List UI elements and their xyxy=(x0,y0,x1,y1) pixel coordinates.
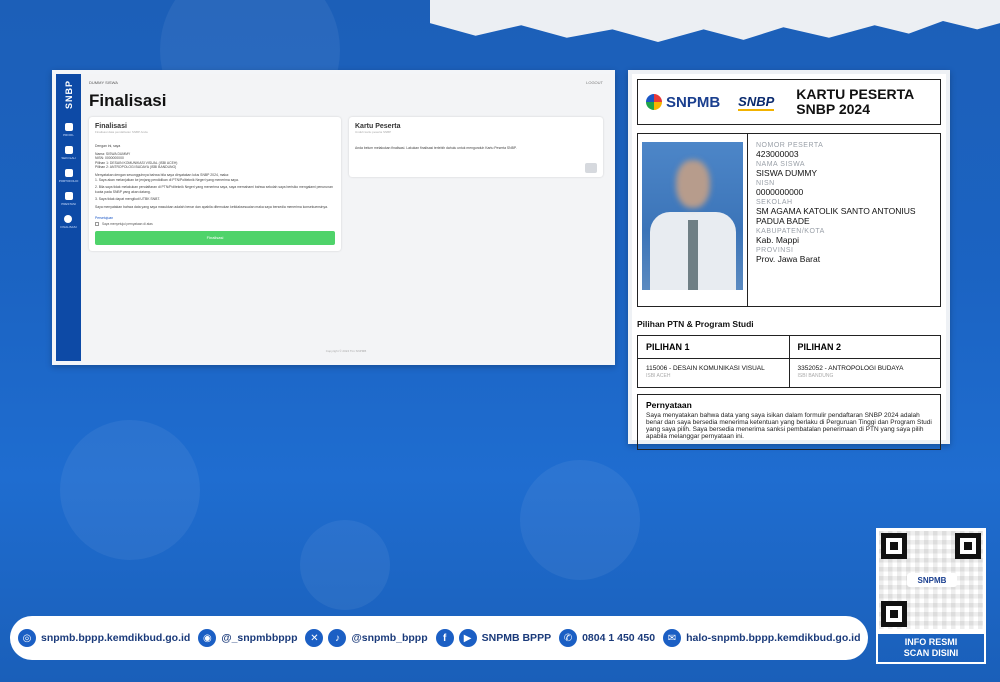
field-kabupaten: KABUPATEN/KOTA Kab. Mappi xyxy=(756,228,825,245)
qr-snpmb-logo: SNPMB xyxy=(907,573,957,587)
kartu-card-subtitle: Unduh kartu peserta SNBP xyxy=(355,130,392,134)
facebook-youtube-link[interactable]: f ▶ SNPMB BPPP xyxy=(435,629,551,647)
field-nomor-peserta: NOMOR PESERTA 423000003 xyxy=(756,142,824,159)
field-sekolah: SEKOLAH SM AGAMA KATOLIK SANTO ANTONIUS P… xyxy=(756,199,916,226)
logout-button[interactable]: LOGOUT xyxy=(586,80,603,85)
field-nama-siswa: NAMA SISWA SISWA DUMMY xyxy=(756,161,818,178)
finalisasi-card-title: Finalisasi xyxy=(95,123,127,130)
portal-screenshot: SNBP PROFIL SEKOLAH PORTOFOLIO PRESTASI … xyxy=(52,70,615,365)
sidebar-item-profil[interactable]: PROFIL xyxy=(63,123,74,137)
snbp-logo: SNBP xyxy=(738,93,775,111)
pernyataan-box: Pernyataan Saya menyatakan bahwa data ya… xyxy=(637,394,941,450)
phone-icon: ✆ xyxy=(559,629,578,647)
sidebar-item-sekolah[interactable]: SEKOLAH xyxy=(61,146,76,160)
sidebar: SNBP PROFIL SEKOLAH PORTOFOLIO PRESTASI … xyxy=(56,74,81,361)
agreement-checkbox[interactable]: Saya menyetujui pernyataan di atas xyxy=(95,221,335,226)
qr-caption: INFO RESMI SCAN DISINI xyxy=(876,632,986,664)
kartu-header: SNPMB SNBP KARTU PESERTA SNBP 2024 xyxy=(637,79,941,125)
snpmb-logo: SNPMB xyxy=(646,94,720,111)
tiktok-icon: ♪ xyxy=(328,629,347,647)
sidebar-item-prestasi[interactable]: PRESTASI xyxy=(61,192,76,206)
field-nisn: NISN 0000000000 xyxy=(756,180,804,197)
statement-line: Saya menyatakan bahwa data yang saya mas… xyxy=(95,204,328,209)
mail-icon: ✉ xyxy=(663,629,682,647)
email-link[interactable]: ✉ halo-snpmb.bppp.kemdikbud.go.id xyxy=(663,629,861,647)
kartu-identity: NOMOR PESERTA 423000003 NAMA SISWA SISWA D… xyxy=(637,133,941,307)
instagram-link[interactable]: ◉ @_snpmbbppp xyxy=(198,629,297,647)
pernyataan-title: Pernyataan xyxy=(646,400,692,410)
page-title: Finalisasi xyxy=(89,91,167,110)
panels: Finalisasi Finalisasi data pendaftaran S… xyxy=(89,117,603,251)
student-info: NOMOR PESERTA 423000003 NAMA SISWA SISWA D… xyxy=(748,134,940,306)
instagram-icon: ◉ xyxy=(198,629,217,647)
school-icon xyxy=(64,146,73,155)
topbar: DUMMY SISWA LOGOUT xyxy=(89,80,603,85)
facebook-icon: f xyxy=(435,629,454,647)
qr-code-block[interactable]: SNPMB INFO RESMI SCAN DISINI xyxy=(876,528,986,664)
checkbox-box[interactable] xyxy=(95,221,99,226)
check-circle-icon xyxy=(64,215,73,224)
persetujuan-label: Persetujuan xyxy=(95,215,114,220)
x-icon: ✕ xyxy=(305,629,324,647)
snbp-logo: SNBP xyxy=(63,80,74,110)
sidebar-item-finalisasi[interactable]: FINALISASI xyxy=(60,215,77,229)
finalisasi-card: Finalisasi Finalisasi data pendaftaran S… xyxy=(89,117,341,251)
finalisasi-button[interactable]: Finalisasi xyxy=(95,230,335,245)
kartu-peserta-card: Kartu Peserta Unduh kartu peserta SNBP A… xyxy=(349,117,603,177)
statement-line: Nama: SISWA DUMMY NISN: 0000000000 Pilih… xyxy=(95,151,178,170)
field-provinsi: PROVINSI Prov. Jawa Barat xyxy=(756,247,821,264)
pernyataan-text: Saya menyatakan bahwa data yang saya isi… xyxy=(646,412,932,440)
phone-link[interactable]: ✆ 0804 1 450 450 xyxy=(559,629,655,647)
kartu-title: KARTU PESERTA SNBP 2024 xyxy=(796,86,915,117)
blurred-face xyxy=(676,160,710,208)
document-icon xyxy=(64,169,73,178)
kartu-card-title: Kartu Peserta xyxy=(355,123,401,130)
statement-line: 3. Saya tidak dapat mengikuti UTBK SNBT. xyxy=(95,197,161,202)
contact-bar: ◎ snpmb.bppp.kemdikbud.go.id ◉ @_snpmbbppp… xyxy=(10,616,868,660)
pilihan-table: PILIHAN 1 115006 - DESAIN KOMUNIKASI VIS… xyxy=(637,335,941,388)
pilihan-heading: Pilihan PTN & Program Studi xyxy=(637,319,754,329)
kartu-peserta-document: SNPMB SNBP KARTU PESERTA SNBP 2024 NOMOR… xyxy=(628,70,950,450)
finalisasi-card-subtitle: Finalisasi data pendaftaran SNBP Anda xyxy=(95,130,148,134)
pilihan-2: PILIHAN 2 3352052 - ANTROPOLOGI BUDAYA IS… xyxy=(788,336,940,387)
user-icon xyxy=(64,123,73,132)
users-icon xyxy=(64,192,73,201)
portal-footer: Copyright © 2024 Tim SNPMB xyxy=(325,349,367,353)
snpmb-emblem-icon xyxy=(646,94,662,110)
download-icon[interactable] xyxy=(585,163,597,173)
globe-icon: ◎ xyxy=(18,629,36,647)
pilihan-1: PILIHAN 1 115006 - DESAIN KOMUNIKASI VIS… xyxy=(638,336,789,387)
sidebar-item-portofolio[interactable]: PORTOFOLIO xyxy=(59,169,78,183)
statement-line: Menyatakan dengan sesungguhnya bahwa bil… xyxy=(95,172,239,182)
x-tiktok-link[interactable]: ✕ ♪ @snpmb_bppp xyxy=(305,629,428,647)
youtube-icon: ▶ xyxy=(458,629,477,647)
user-name: DUMMY SISWA xyxy=(89,80,118,85)
kartu-card-message: Anda belum melakukan finalisasi. Lakukan… xyxy=(355,146,517,150)
website-link[interactable]: ◎ snpmb.bppp.kemdikbud.go.id xyxy=(18,629,190,647)
statement-line: Dengan ini, saya xyxy=(95,144,121,148)
main-content: DUMMY SISWA LOGOUT Finalisasi Finalisasi… xyxy=(81,74,611,361)
student-photo xyxy=(638,134,748,306)
qr-code[interactable]: SNPMB xyxy=(876,528,986,632)
statement-line: 2. Bila saya tidak melakukan pendaftaran… xyxy=(95,185,333,194)
